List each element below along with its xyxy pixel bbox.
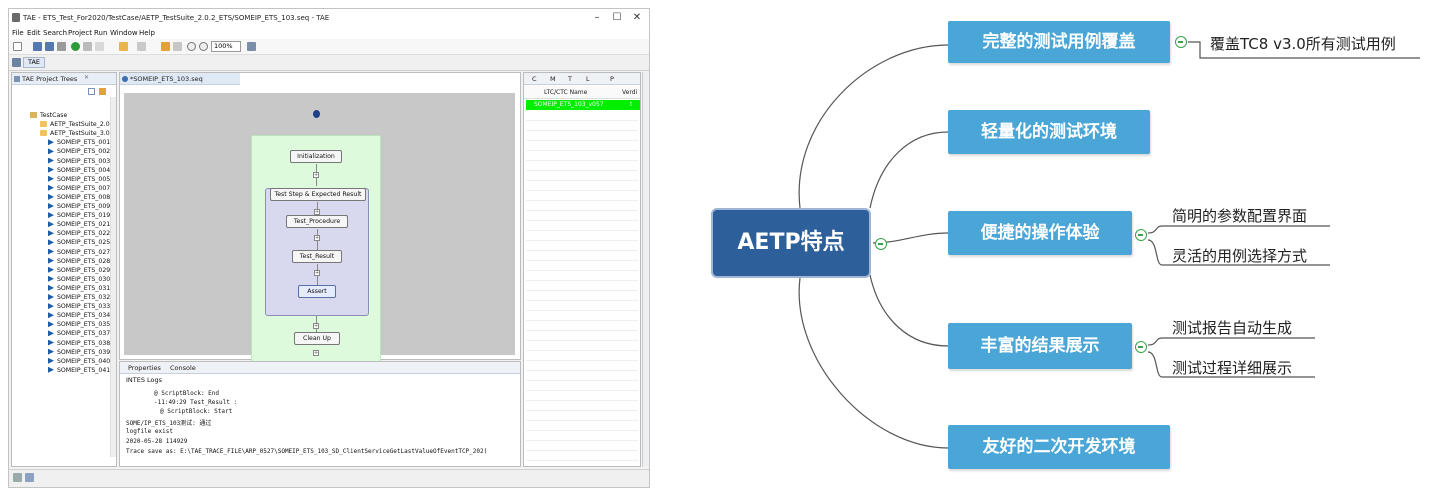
leaf-param-config[interactable]: 简明的参数配置界面	[1172, 205, 1307, 226]
branch-label: 友好的二次开发环境	[982, 437, 1136, 457]
mindmap-center-label: AETP特点	[737, 230, 845, 255]
branch-rich-results[interactable]: 丰富的结果展示	[948, 323, 1132, 369]
branch-label: 丰富的结果展示	[980, 336, 1100, 356]
leaf-tc8-coverage[interactable]: 覆盖TC8 v3.0所有测试用例	[1210, 33, 1396, 54]
branch-complete-coverage[interactable]: 完整的测试用例覆盖	[948, 21, 1170, 63]
branch-dev-environment[interactable]: 友好的二次开发环境	[948, 425, 1170, 469]
collapse-toggle-icon[interactable]	[1135, 341, 1147, 353]
collapse-toggle-icon[interactable]	[875, 238, 887, 250]
leaf-detailed-process[interactable]: 测试过程详细展示	[1172, 357, 1292, 378]
branch-lightweight-env[interactable]: 轻量化的测试环境	[948, 110, 1150, 154]
collapse-toggle-icon[interactable]	[1135, 229, 1147, 241]
leaf-auto-report[interactable]: 测试报告自动生成	[1172, 317, 1292, 338]
branch-label: 便捷的操作体验	[980, 223, 1100, 243]
branch-label: 完整的测试用例覆盖	[982, 32, 1136, 52]
mindmap-center-node[interactable]: AETP特点	[711, 208, 871, 278]
leaf-case-selection[interactable]: 灵活的用例选择方式	[1172, 245, 1307, 266]
branch-easy-operation[interactable]: 便捷的操作体验	[948, 211, 1132, 255]
collapse-toggle-icon[interactable]	[1175, 36, 1187, 48]
branch-label: 轻量化的测试环境	[981, 122, 1117, 142]
